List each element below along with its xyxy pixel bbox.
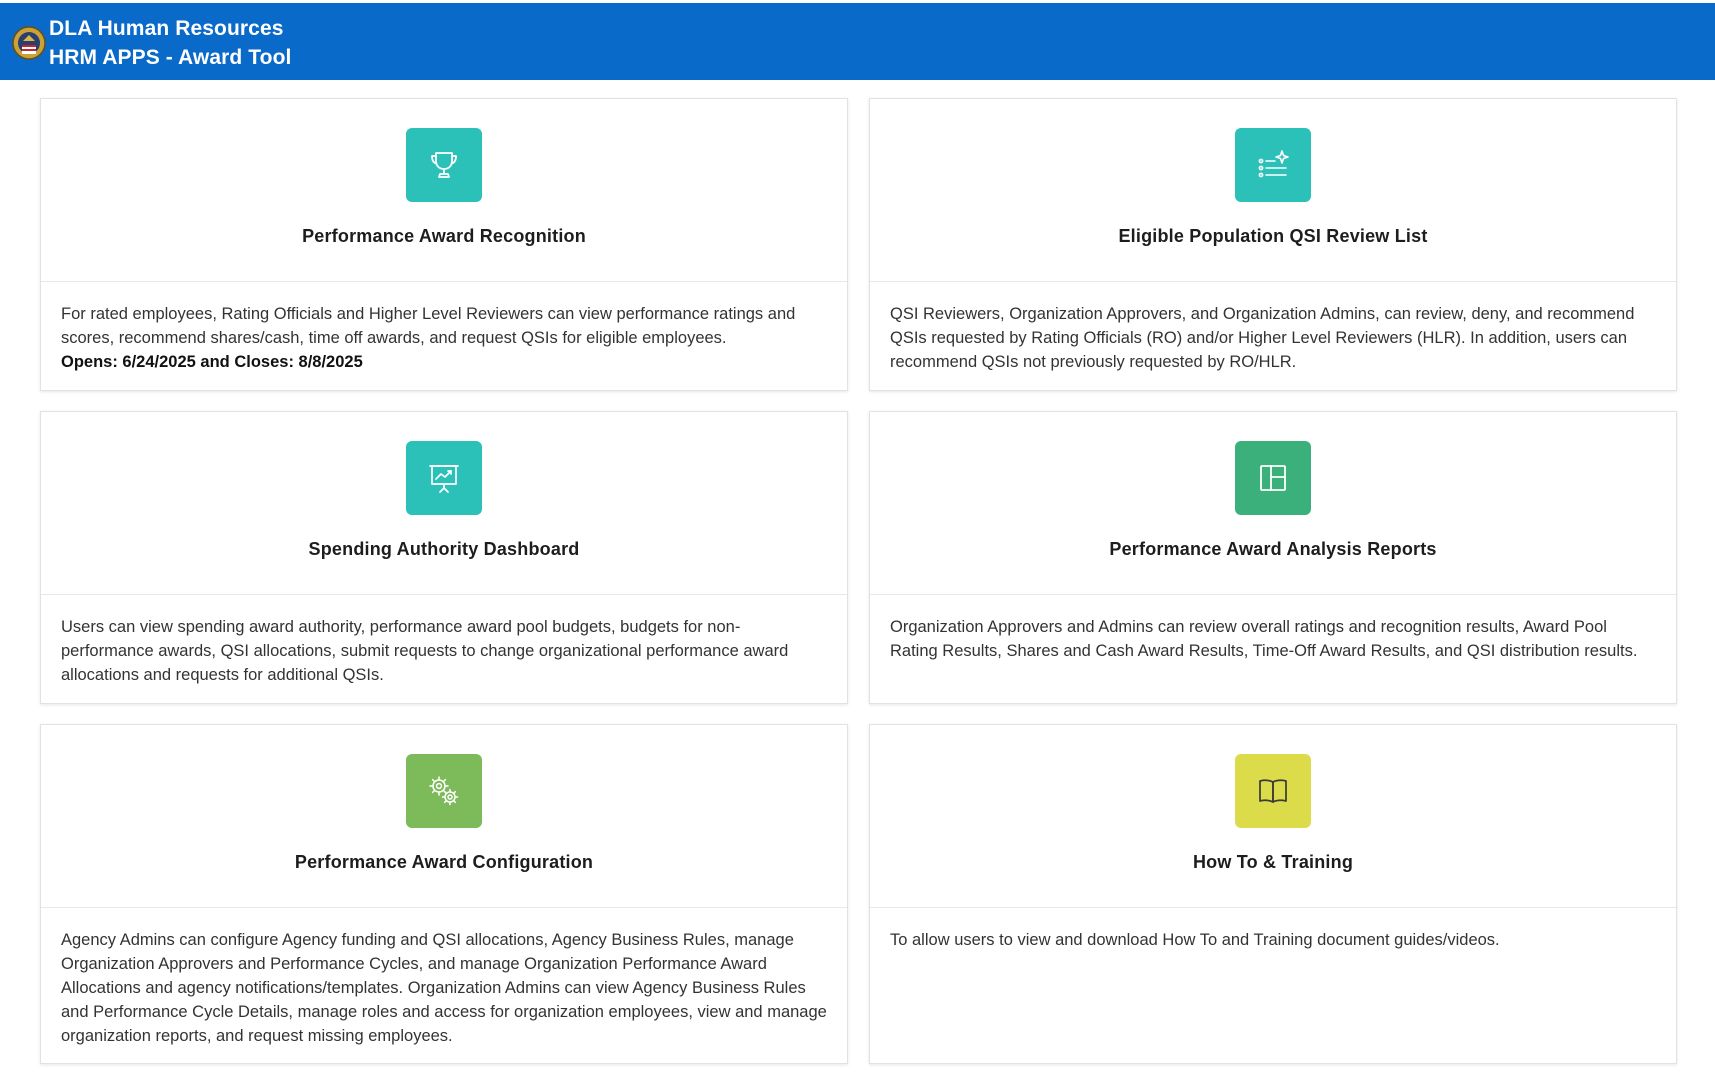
list-sparkle-icon: [1258, 150, 1289, 178]
card-header: Eligible Population QSI Review List: [870, 99, 1676, 282]
card-description: Users can view spending award authority,…: [41, 595, 847, 687]
brand-line-2: HRM APPS - Award Tool: [49, 46, 292, 69]
card-title: How To & Training: [1192, 852, 1354, 872]
card-title: Eligible Population QSI Review List: [1118, 226, 1428, 246]
card-eligible-population-qsi-review-list[interactable]: Eligible Population QSI Review List QSI …: [869, 98, 1677, 391]
presentation-chart-icon: [429, 465, 459, 493]
card-description: QSI Reviewers, Organization Approvers, a…: [870, 282, 1676, 374]
card-performance-award-recognition[interactable]: Performance Award Recognition For rated …: [40, 98, 848, 391]
card-description-text: Users can view spending award authority,…: [61, 618, 789, 684]
card-dates-note: Opens: 6/24/2025 and Closes: 8/8/2025: [61, 353, 363, 371]
card-header: Spending Authority Dashboard: [41, 412, 847, 595]
card-description: Organization Approvers and Admins can re…: [870, 595, 1676, 663]
trophy-icon: [431, 152, 457, 178]
icon-tile: [406, 128, 482, 202]
gears-icon: [429, 776, 459, 806]
icon-tile: [1235, 441, 1311, 515]
card-spending-authority-dashboard[interactable]: Spending Authority Dashboard Users can v…: [40, 411, 848, 704]
card-header: How To & Training: [870, 725, 1676, 908]
card-description-text: Organization Approvers and Admins can re…: [890, 618, 1638, 660]
card-description-text: QSI Reviewers, Organization Approvers, a…: [890, 305, 1635, 371]
card-header: Performance Award Analysis Reports: [870, 412, 1676, 595]
card-description-text: To allow users to view and download How …: [890, 931, 1500, 949]
card-description: To allow users to view and download How …: [870, 908, 1676, 952]
open-book-icon: [1259, 779, 1287, 803]
card-description-text: For rated employees, Rating Officials an…: [61, 305, 796, 347]
card-header: Performance Award Configuration: [41, 725, 847, 908]
card-title: Performance Award Configuration: [294, 852, 594, 872]
card-how-to-training[interactable]: How To & Training To allow users to view…: [869, 724, 1677, 1064]
app-header: DLA Human Resources HRM APPS - Award Too…: [0, 0, 1715, 80]
icon-tile: [1235, 128, 1311, 202]
card-performance-award-analysis-reports[interactable]: Performance Award Analysis Reports Organ…: [869, 411, 1677, 704]
icon-tile: [1235, 754, 1311, 828]
card-description: For rated employees, Rating Officials an…: [41, 282, 847, 374]
icon-tile: [406, 441, 482, 515]
app-brand: DLA Human Resources HRM APPS - Award Too…: [49, 14, 291, 72]
card-description-text: Agency Admins can configure Agency fundi…: [61, 931, 827, 1045]
dla-seal-icon: [12, 26, 46, 60]
card-header: Performance Award Recognition: [41, 99, 847, 282]
card-title: Spending Authority Dashboard: [308, 539, 580, 559]
app-card-grid: Performance Award Recognition For rated …: [40, 98, 1680, 1064]
card-description: Agency Admins can configure Agency fundi…: [41, 908, 847, 1048]
icon-tile: [406, 754, 482, 828]
layout-panels-icon: [1260, 465, 1286, 491]
card-title: Performance Award Recognition: [302, 226, 586, 246]
card-title: Performance Award Analysis Reports: [1109, 539, 1437, 559]
card-performance-award-configuration[interactable]: Performance Award Configuration Agency A…: [40, 724, 848, 1064]
brand-line-1: DLA Human Resources: [49, 17, 284, 40]
